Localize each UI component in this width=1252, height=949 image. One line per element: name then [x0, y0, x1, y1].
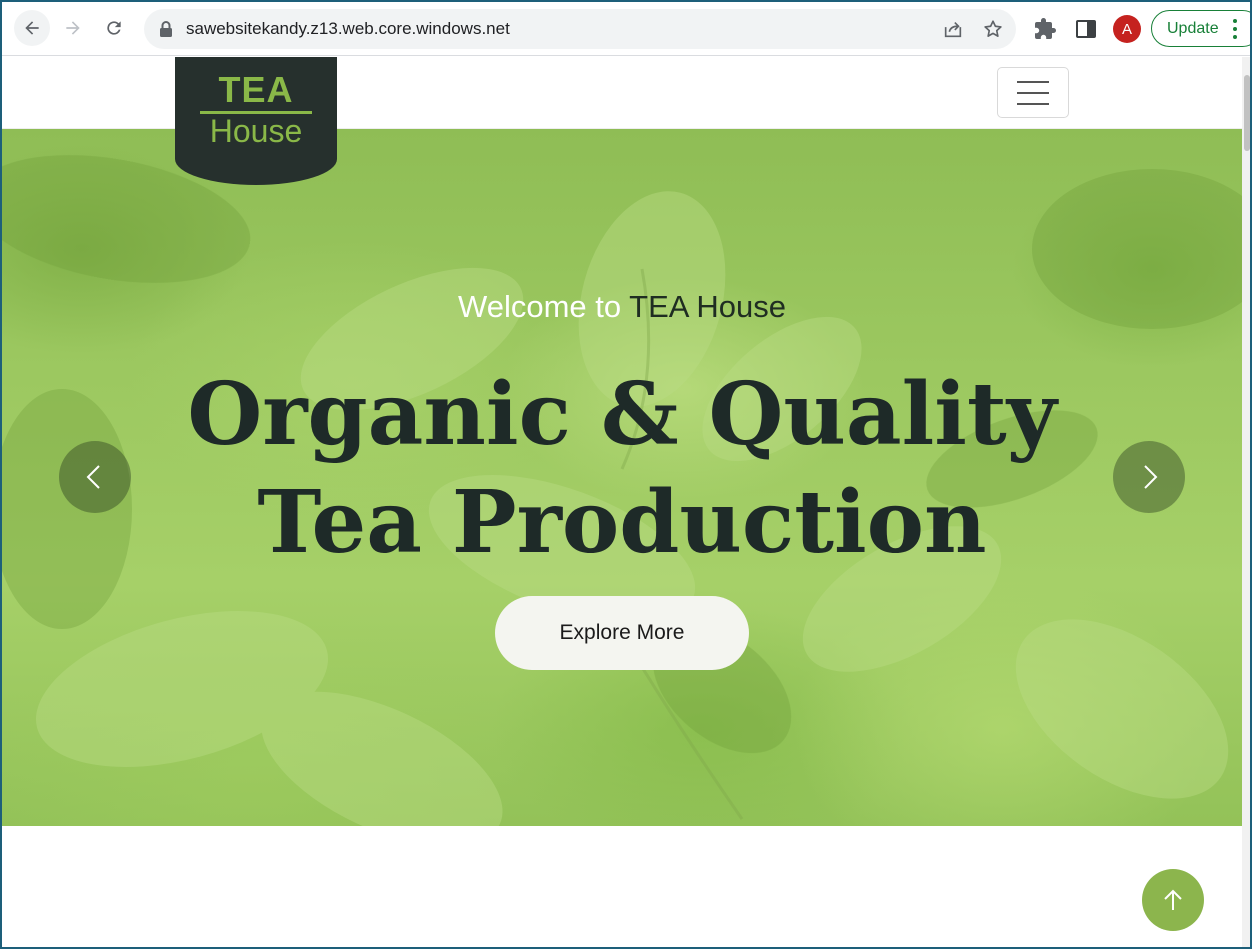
extensions-icon[interactable]	[1033, 17, 1057, 41]
logo-text-top: TEA	[218, 69, 294, 110]
logo-text-bottom: House	[209, 113, 303, 149]
side-panel-icon[interactable]	[1075, 18, 1097, 40]
back-icon	[25, 21, 39, 35]
hamburger-menu-icon[interactable]	[997, 67, 1069, 118]
lock-icon[interactable]	[158, 20, 174, 38]
forward-button[interactable]	[55, 10, 91, 46]
back-button[interactable]	[14, 10, 50, 46]
page-scrollbar[interactable]	[1242, 57, 1250, 947]
hero-carousel: Welcome to TEA House Organic & Quality T…	[2, 129, 1242, 826]
chevron-right-icon	[1144, 465, 1158, 489]
share-icon[interactable]	[942, 18, 964, 40]
welcome-prefix: Welcome to	[458, 289, 630, 324]
explore-more-button[interactable]: Explore More	[495, 596, 749, 670]
star-icon[interactable]	[982, 18, 1004, 40]
reload-button[interactable]	[96, 10, 132, 46]
page-viewport: Welcome to TEA House Organic & Quality T…	[2, 57, 1242, 947]
hero-title-line1: Organic & Quality	[187, 364, 1057, 465]
back-to-top-button[interactable]	[1142, 869, 1204, 931]
url-text[interactable]: sawebsitekandy.z13.web.core.windows.net	[186, 19, 510, 39]
carousel-next-button[interactable]	[1113, 441, 1185, 513]
address-bar[interactable]: sawebsitekandy.z13.web.core.windows.net	[144, 9, 1016, 49]
hero-welcome-text: Welcome to TEA House	[2, 289, 1242, 325]
scrollbar-thumb[interactable]	[1244, 75, 1250, 151]
carousel-prev-button[interactable]	[59, 441, 131, 513]
profile-avatar[interactable]: A	[1113, 15, 1141, 43]
chevron-left-icon	[86, 465, 100, 489]
arrow-up-icon	[1164, 889, 1182, 910]
forward-icon	[66, 21, 80, 35]
hero-title: Organic & Quality Tea Production	[2, 361, 1242, 577]
welcome-brand: TEA House	[629, 289, 786, 324]
hero-title-line2: Tea Production	[257, 472, 987, 573]
browser-window: sawebsitekandy.z13.web.core.windows.net …	[0, 0, 1252, 949]
reload-icon	[107, 21, 121, 35]
site-logo[interactable]: TEA House	[175, 57, 337, 185]
kebab-menu-icon[interactable]	[1232, 19, 1238, 39]
browser-toolbar: sawebsitekandy.z13.web.core.windows.net …	[2, 2, 1250, 56]
